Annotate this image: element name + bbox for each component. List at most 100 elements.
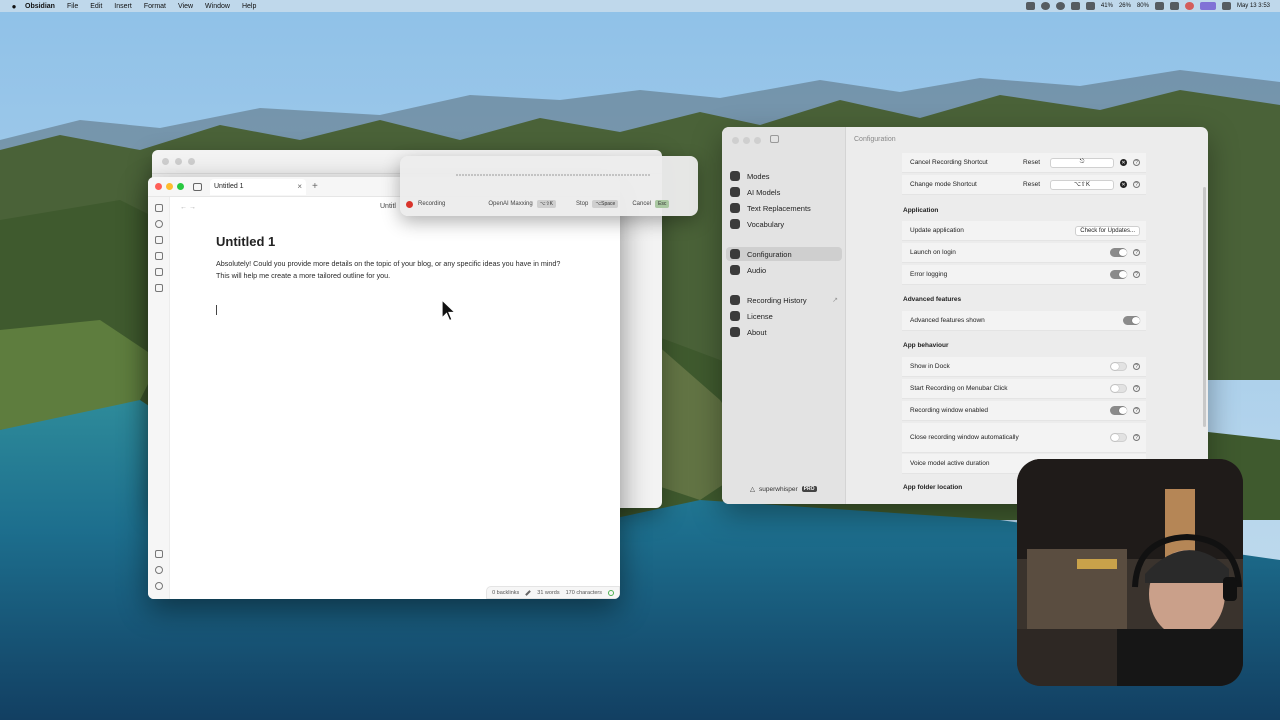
sidebar-item-modes[interactable]: Modes: [726, 169, 842, 183]
clear-shortcut-icon[interactable]: ✕: [1120, 159, 1127, 166]
pro-badge: PRO: [801, 486, 817, 492]
help-icon[interactable]: ?: [1133, 434, 1140, 441]
scrollbar[interactable]: [1203, 187, 1206, 427]
help-icon[interactable]: [155, 566, 163, 574]
sw-sidebar-toggle-icon[interactable]: [770, 135, 779, 143]
menu-insert[interactable]: Insert: [114, 3, 132, 10]
menu-help[interactable]: Help: [242, 3, 256, 10]
record-icon[interactable]: [1055, 2, 1065, 10]
sync-check-icon[interactable]: [608, 589, 614, 596]
shortcut-value: ⌥⇧K: [1074, 182, 1090, 188]
row-label: Advanced features shown: [910, 317, 985, 324]
sw-minimize-icon[interactable]: [743, 137, 750, 144]
menu-window[interactable]: Window: [205, 3, 230, 10]
sidebar-toggle-icon[interactable]: [193, 182, 202, 191]
row-label: Cancel Recording Shortcut: [910, 159, 988, 166]
close-recording-window-toggle[interactable]: [1110, 433, 1127, 442]
help-icon[interactable]: ?: [1133, 181, 1140, 188]
menu-file[interactable]: File: [67, 3, 78, 10]
sw-zoom-icon[interactable]: [754, 137, 761, 144]
menu-view[interactable]: View: [178, 3, 193, 10]
help-icon[interactable]: ?: [1133, 363, 1140, 370]
pencil-icon[interactable]: [525, 589, 532, 596]
battery-stat[interactable]: 80%: [1137, 3, 1149, 9]
keyboard-icon[interactable]: [1025, 2, 1035, 10]
cancel-button[interactable]: Cancel Esc: [632, 200, 670, 208]
mode-button[interactable]: OpenAI Maxxing ⌥⇧K: [488, 200, 557, 208]
back-forward-icon[interactable]: ← →: [180, 204, 196, 211]
menu-format[interactable]: Format: [144, 3, 166, 10]
row-label: Show in Dock: [910, 363, 950, 370]
cpu-stat[interactable]: 41%: [1101, 3, 1113, 9]
ai-models-icon: [730, 187, 740, 197]
row-label: Change mode Shortcut: [910, 181, 977, 188]
sidebar-item-ai-models[interactable]: AI Models: [726, 185, 842, 199]
reset-button[interactable]: Reset: [1023, 159, 1040, 166]
check-updates-button[interactable]: Check for Updates...: [1075, 225, 1140, 236]
bluetooth-icon[interactable]: [1154, 2, 1164, 10]
sidebar-item-vocabulary[interactable]: Vocabulary: [726, 217, 842, 231]
sidebar-item-audio[interactable]: Audio: [726, 263, 842, 277]
sidebar-item-about[interactable]: About: [726, 325, 842, 339]
minimize-dot-icon[interactable]: [175, 158, 182, 165]
sidebar-item-license[interactable]: License: [726, 309, 842, 323]
eye-icon[interactable]: [1070, 2, 1080, 10]
superwhisper-logo-icon: △: [750, 486, 755, 493]
canvas-icon[interactable]: [155, 236, 163, 244]
help-icon[interactable]: ?: [1133, 249, 1140, 256]
clear-shortcut-icon[interactable]: ✕: [1120, 181, 1127, 188]
sidebar-item-label: Vocabulary: [747, 219, 785, 229]
recording-window-enabled-toggle[interactable]: [1110, 406, 1127, 415]
screen-icon[interactable]: [1085, 2, 1095, 10]
moon-icon[interactable]: [1040, 2, 1050, 10]
sidebar-item-label: Modes: [747, 171, 770, 181]
apple-icon[interactable]: ●: [9, 1, 19, 11]
calendar-icon[interactable]: [155, 252, 163, 260]
vault-icon[interactable]: [155, 550, 163, 558]
minimize-icon[interactable]: [166, 183, 173, 190]
close-dot-icon[interactable]: [162, 158, 169, 165]
help-icon[interactable]: ?: [1133, 271, 1140, 278]
wifi-icon[interactable]: [1169, 2, 1179, 10]
advanced-features-toggle[interactable]: [1123, 316, 1140, 325]
tab-close-icon[interactable]: ×: [297, 182, 302, 191]
terminal-icon[interactable]: [155, 284, 163, 292]
menu-app-name[interactable]: Obsidian: [25, 3, 55, 10]
zoom-dot-icon[interactable]: [188, 158, 195, 165]
help-icon[interactable]: ?: [1133, 407, 1140, 414]
graph-icon[interactable]: [155, 220, 163, 228]
error-logging-toggle[interactable]: [1110, 270, 1127, 279]
sidebar-item-text-replacements[interactable]: Text Replacements: [726, 201, 842, 215]
record-status-icon[interactable]: [1184, 2, 1194, 10]
menu-edit[interactable]: Edit: [90, 3, 102, 10]
new-tab-button[interactable]: +: [312, 181, 318, 192]
files-icon[interactable]: [155, 204, 163, 212]
templates-icon[interactable]: [155, 268, 163, 276]
superwhisper-icon[interactable]: [1199, 2, 1216, 10]
show-in-dock-toggle[interactable]: [1110, 362, 1127, 371]
memory-stat[interactable]: 26%: [1119, 3, 1131, 9]
sidebar-item-configuration[interactable]: Configuration: [726, 247, 842, 261]
launch-on-login-toggle[interactable]: [1110, 248, 1127, 257]
reset-button[interactable]: Reset: [1023, 181, 1040, 188]
sidebar-item-recording-history[interactable]: Recording History ↗: [726, 293, 842, 307]
help-icon[interactable]: ?: [1133, 159, 1140, 166]
settings-gear-icon[interactable]: [155, 582, 163, 590]
close-icon[interactable]: [155, 183, 162, 190]
configuration-panel: Configuration Cancel Recording Shortcut …: [846, 127, 1208, 504]
note-title[interactable]: Untitled 1: [216, 234, 275, 249]
backlinks-count[interactable]: 0 backlinks: [492, 590, 519, 596]
sw-close-icon[interactable]: [732, 137, 739, 144]
control-center-icon[interactable]: [1221, 2, 1231, 10]
menubar: ● Obsidian File Edit Insert Format View …: [0, 0, 1280, 12]
note-body[interactable]: Absolutely! Could you provide more detai…: [216, 258, 568, 282]
menubar-clock[interactable]: May 13 3:53: [1237, 3, 1270, 9]
zoom-icon[interactable]: [177, 183, 184, 190]
tab-untitled-1[interactable]: Untitled 1 ×: [210, 178, 306, 195]
webcam-overlay: [1017, 459, 1243, 686]
stop-button[interactable]: Stop ⌥Space: [576, 200, 619, 208]
shortcut-recorder[interactable]: ⎋: [1050, 157, 1114, 168]
help-icon[interactable]: ?: [1133, 385, 1140, 392]
start-recording-menubar-toggle[interactable]: [1110, 384, 1127, 393]
shortcut-recorder[interactable]: ⌥⇧K: [1050, 179, 1114, 190]
